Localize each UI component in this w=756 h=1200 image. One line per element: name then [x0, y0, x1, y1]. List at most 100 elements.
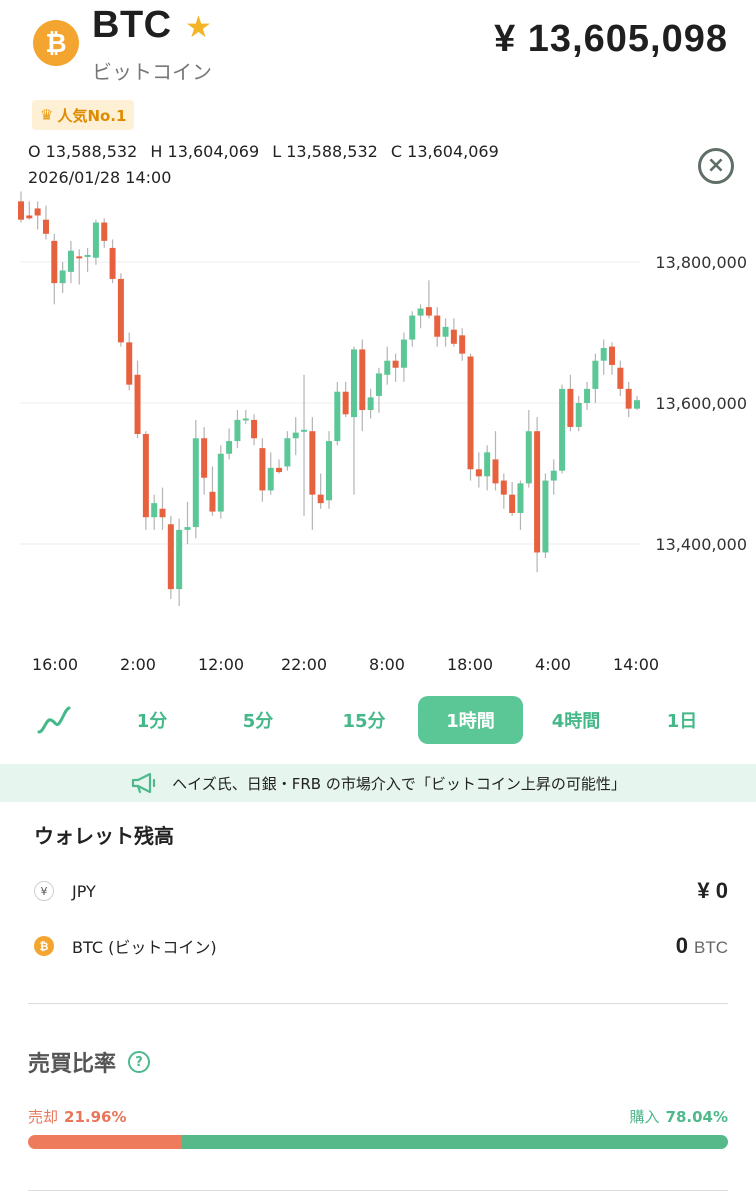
trade-ratio-bar — [28, 1135, 728, 1149]
x-tick-label: 16:00 — [32, 655, 78, 674]
news-banner[interactable]: ヘイズ氏、日銀・FRB の市場介入で「ビットコイン上昇の可能性」 — [0, 764, 756, 802]
timeframe-1m[interactable]: 1分 — [104, 696, 200, 744]
coin-name: ビットコイン — [92, 60, 212, 84]
candle-body — [159, 508, 166, 518]
x-tick-label: 22:00 — [281, 655, 327, 674]
coin-ticker: BTC — [92, 4, 172, 46]
ohlc-close: C 13,604,069 — [390, 142, 499, 161]
candle-body — [617, 367, 624, 389]
timeframe-4h[interactable]: 4時間 — [528, 696, 624, 744]
wallet-balance-value: ¥ 0 — [697, 878, 728, 903]
candle-body — [76, 256, 83, 259]
ohlc-low: L 13,588,532 — [272, 142, 378, 161]
candle-body — [459, 335, 466, 354]
candle-body — [317, 494, 324, 504]
candle-body — [84, 254, 91, 257]
candle-body — [259, 448, 266, 491]
ohlc-high: H 13,604,069 — [150, 142, 260, 161]
coin-header: ₿ BTC ★ ビットコイン ¥ 13,605,098 — [0, 0, 756, 96]
candle-body — [534, 431, 541, 553]
candle-body — [359, 349, 366, 411]
buy-value: 78.04% — [665, 1108, 728, 1126]
candlestick-chart[interactable]: 13,800,000 13,600,000 13,400,000 16:00 2:00 1… — [0, 188, 756, 688]
wallet-balance: ¥ 0 — [697, 878, 728, 904]
candle-body — [475, 469, 482, 477]
ohlc-open: O 13,588,532 — [28, 142, 138, 161]
candle-body — [417, 308, 424, 316]
candle-body — [59, 270, 66, 284]
current-price: ¥ 13,605,098 — [494, 18, 728, 60]
close-circle-icon[interactable]: × — [698, 148, 734, 184]
wallet-row-jpy: ¥ JPY ¥ 0 — [28, 874, 728, 908]
candle-body — [567, 388, 574, 427]
candle-body — [142, 434, 149, 518]
candle-body — [242, 418, 249, 421]
bitcoin-icon: ₿ — [34, 936, 54, 956]
candle-body — [367, 397, 374, 411]
candle-body — [18, 201, 24, 220]
candle-body — [559, 388, 566, 471]
wallet-balance-unit: BTC — [694, 938, 728, 957]
sell-ratio: 売却 21.96% — [28, 1106, 127, 1127]
x-tick-label: 8:00 — [369, 655, 405, 674]
badge-label: 人気No.1 — [57, 106, 127, 125]
x-tick-label: 2:00 — [120, 655, 156, 674]
wallet-title: ウォレット残高 — [34, 824, 174, 848]
candle-body — [634, 400, 640, 409]
sell-value: 21.96% — [64, 1108, 127, 1126]
candle-body — [201, 438, 208, 478]
candle-body — [184, 527, 191, 530]
candle-body — [525, 431, 532, 484]
candle-body — [309, 431, 316, 495]
sell-ratio-fill — [28, 1135, 182, 1149]
buy-ratio: 購入 78.04% — [630, 1106, 729, 1127]
y-tick-label: 13,800,000 — [655, 253, 747, 272]
candle-body — [92, 222, 99, 258]
timeframe-1d[interactable]: 1日 — [634, 696, 730, 744]
crown-icon: ♛ — [40, 106, 54, 124]
candle-body — [600, 348, 607, 361]
candle-body — [167, 524, 174, 590]
candle-body — [34, 208, 41, 216]
candle-body — [109, 247, 116, 279]
candle-body — [375, 373, 382, 396]
candle-body — [467, 356, 474, 470]
candle-body — [134, 374, 141, 435]
yen-icon: ¥ — [34, 881, 54, 901]
chart-canvas[interactable]: 13,800,000 13,600,000 13,400,000 16:00 2:00 1… — [0, 188, 756, 688]
bitcoin-icon: ₿ — [33, 20, 79, 66]
candle-body — [492, 459, 499, 484]
candle-body — [101, 222, 108, 241]
megaphone-icon — [132, 772, 156, 794]
news-headline[interactable]: ヘイズ氏、日銀・FRB の市場介入で「ビットコイン上昇の可能性」 — [172, 773, 626, 794]
candle-body — [251, 419, 258, 439]
candle-body — [575, 403, 582, 427]
candle-body — [51, 240, 58, 284]
x-tick-label: 12:00 — [198, 655, 244, 674]
line-chart-icon[interactable] — [36, 704, 72, 736]
candle-body — [126, 342, 133, 385]
y-tick-label: 13,600,000 — [655, 394, 747, 413]
timeframe-1h[interactable]: 1時間 — [418, 696, 523, 744]
wallet-balance: 0 BTC — [676, 933, 728, 959]
help-icon[interactable]: ? — [128, 1051, 151, 1073]
candle-body — [550, 470, 557, 481]
candle-body — [26, 215, 33, 219]
candle-body — [267, 467, 274, 491]
candle-body — [276, 467, 283, 473]
star-icon[interactable]: ★ — [185, 10, 212, 45]
candle-body — [192, 438, 199, 528]
timeframe-5m[interactable]: 5分 — [210, 696, 306, 744]
candle-body — [301, 429, 308, 432]
ohlc-datetime: 2026/01/28 14:00 — [28, 168, 172, 187]
ohlc-readout: O 13,588,532 H 13,604,069 L 13,588,532 C… — [28, 142, 507, 161]
wallet-row-btc: ₿ BTC (ビットコイン) 0 BTC — [28, 929, 728, 963]
candle-body — [509, 494, 516, 513]
candle-body — [434, 315, 441, 337]
wallet-balance-value: 0 — [675, 933, 688, 958]
candle-body — [42, 219, 49, 234]
y-tick-label: 13,400,000 — [655, 535, 747, 554]
candle-body — [517, 483, 524, 513]
candle-body — [209, 491, 216, 512]
timeframe-15m[interactable]: 15分 — [316, 696, 412, 744]
